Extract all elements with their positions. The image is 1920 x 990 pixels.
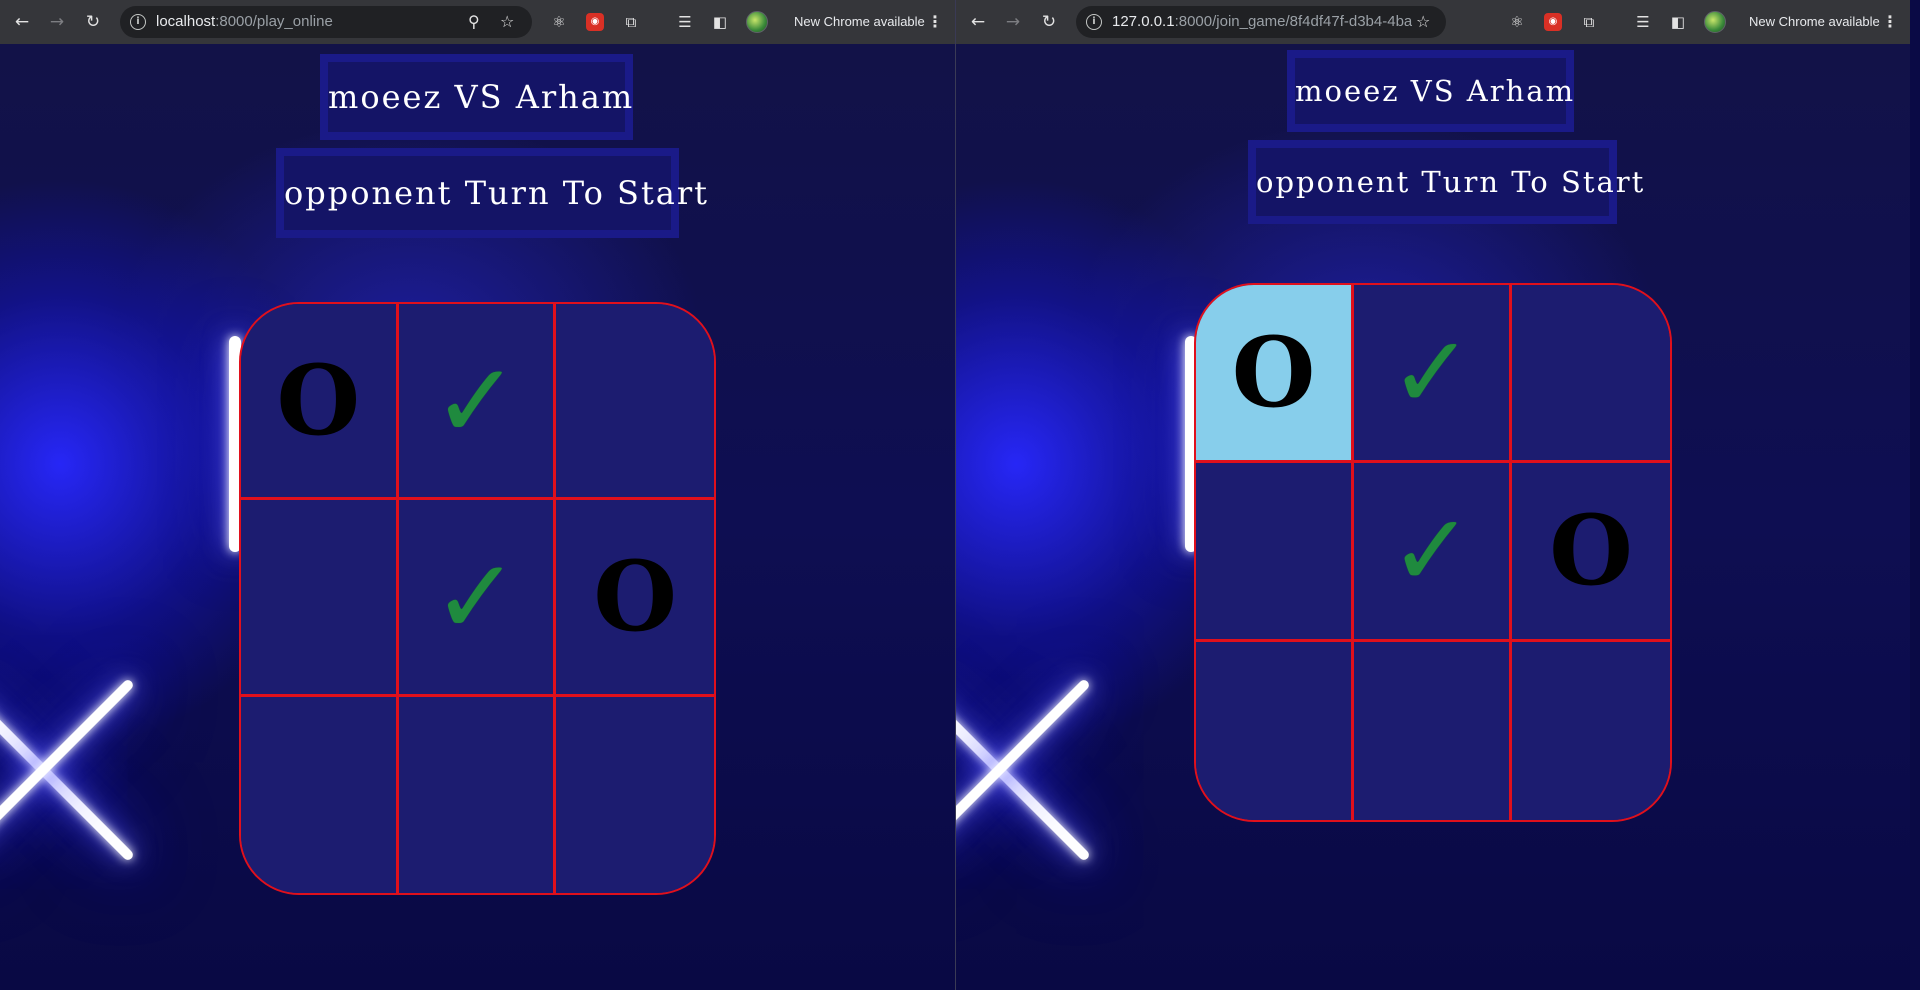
url-host: localhost	[156, 13, 216, 30]
new-chrome-available-button[interactable]: New Chrome available	[794, 11, 925, 33]
board-cell-2-2[interactable]: ✓	[398, 500, 557, 697]
game-board: O ✓ ✓ O	[1194, 283, 1672, 822]
board-cell-3-3[interactable]	[1512, 641, 1670, 820]
board-cell-2-1[interactable]	[1196, 463, 1354, 642]
side-panel-icon[interactable]: ◧	[709, 11, 731, 33]
board-cell-1-3[interactable]	[1512, 285, 1670, 464]
extension-red-icon[interactable]: ◉	[586, 13, 604, 31]
check-mark-icon: ✓	[432, 535, 520, 658]
forward-button[interactable]: →	[1002, 11, 1024, 33]
address-text[interactable]: localhost:8000/play_online	[156, 13, 456, 30]
board-cell-3-1[interactable]	[241, 696, 399, 893]
bookmark-star-icon[interactable]: ☆	[500, 12, 514, 31]
side-panel-icon[interactable]: ◧	[1667, 11, 1689, 33]
board-cell-3-3[interactable]	[556, 696, 714, 893]
browser-window-right: ← → ↻ i 127.0.0.1:8000/join_game/8f4df47…	[956, 0, 1910, 990]
forward-button[interactable]: →	[46, 11, 68, 33]
screen-edge	[1910, 0, 1920, 990]
page-viewport: moeez VS Arham opponent Turn To Start O ✓…	[0, 44, 955, 990]
o-mark: O	[276, 344, 361, 458]
o-mark: O	[1549, 494, 1633, 608]
check-mark-icon: ✓	[1389, 492, 1474, 610]
url-host: 127.0.0.1	[1112, 13, 1175, 30]
match-title: moeez VS Arham	[1287, 50, 1574, 132]
page-viewport: moeez VS Arham opponent Turn To Start O ✓…	[956, 44, 1910, 990]
address-bar[interactable]: i localhost:8000/play_online ⚲ ☆	[120, 6, 532, 38]
board-cell-2-1[interactable]	[241, 500, 399, 697]
react-devtools-icon[interactable]: ⚛	[1506, 11, 1528, 33]
site-info-icon[interactable]: i	[130, 14, 146, 30]
profile-avatar[interactable]	[1704, 11, 1726, 33]
back-button[interactable]: ←	[967, 11, 989, 33]
turn-status: opponent Turn To Start	[1248, 140, 1643, 224]
background-glow-x-icon	[0, 655, 158, 885]
chrome-menu-icon[interactable]: ⋮	[927, 11, 943, 33]
browser-toolbar: ← → ↻ i localhost:8000/play_online ⚲ ☆ ⚛…	[0, 0, 955, 44]
reload-button[interactable]: ↻	[1038, 11, 1060, 33]
address-bar[interactable]: i 127.0.0.1:8000/join_game/8f4df47f-d3b4…	[1076, 6, 1446, 38]
url-path: :8000/join_game/8f4df47f-d3b4-4ba1-a1...	[1174, 13, 1412, 30]
match-title: moeez VS Arham	[320, 54, 633, 140]
board-cell-1-1[interactable]: O	[1196, 285, 1354, 464]
turn-status: opponent Turn To Start	[276, 148, 707, 238]
media-queue-icon[interactable]: ☰	[674, 11, 696, 33]
browser-window-left: ← → ↻ i localhost:8000/play_online ⚲ ☆ ⚛…	[0, 0, 955, 990]
extensions-puzzle-icon[interactable]: ⧉	[1578, 11, 1600, 33]
board-cell-1-3[interactable]	[556, 304, 714, 501]
board-cell-2-2[interactable]: ✓	[1354, 463, 1512, 642]
board-cell-2-3[interactable]: O	[1512, 463, 1670, 642]
site-info-icon[interactable]: i	[1086, 14, 1102, 30]
new-chrome-available-button[interactable]: New Chrome available	[1749, 11, 1880, 33]
o-mark: O	[593, 540, 677, 654]
board-cell-1-2[interactable]: ✓	[398, 304, 557, 501]
bookmark-star-icon[interactable]: ☆	[1416, 12, 1430, 31]
background-glow-x-icon	[956, 655, 1114, 885]
react-devtools-icon[interactable]: ⚛	[548, 11, 570, 33]
back-button[interactable]: ←	[11, 11, 33, 33]
board-cell-2-3[interactable]: O	[556, 500, 714, 697]
reload-button[interactable]: ↻	[82, 11, 104, 33]
board-cell-3-2[interactable]	[1354, 641, 1512, 820]
board-cell-3-2[interactable]	[398, 696, 557, 893]
url-path: :8000/play_online	[215, 13, 333, 30]
game-board: O ✓ ✓ O	[239, 302, 716, 895]
browser-toolbar: ← → ↻ i 127.0.0.1:8000/join_game/8f4df47…	[956, 0, 1910, 44]
address-text[interactable]: 127.0.0.1:8000/join_game/8f4df47f-d3b4-4…	[1112, 13, 1412, 30]
extension-red-icon[interactable]: ◉	[1544, 13, 1562, 31]
board-cell-1-1[interactable]: O	[241, 304, 399, 501]
check-mark-icon: ✓	[1389, 314, 1474, 432]
o-mark: O	[1231, 316, 1316, 430]
zoom-icon[interactable]: ⚲	[468, 12, 480, 31]
chrome-menu-icon[interactable]: ⋮	[1882, 11, 1898, 33]
profile-avatar[interactable]	[746, 11, 768, 33]
extensions-puzzle-icon[interactable]: ⧉	[620, 11, 642, 33]
board-cell-3-1[interactable]	[1196, 641, 1354, 820]
media-queue-icon[interactable]: ☰	[1632, 11, 1654, 33]
board-cell-1-2[interactable]: ✓	[1354, 285, 1512, 464]
check-mark-icon: ✓	[432, 339, 520, 462]
